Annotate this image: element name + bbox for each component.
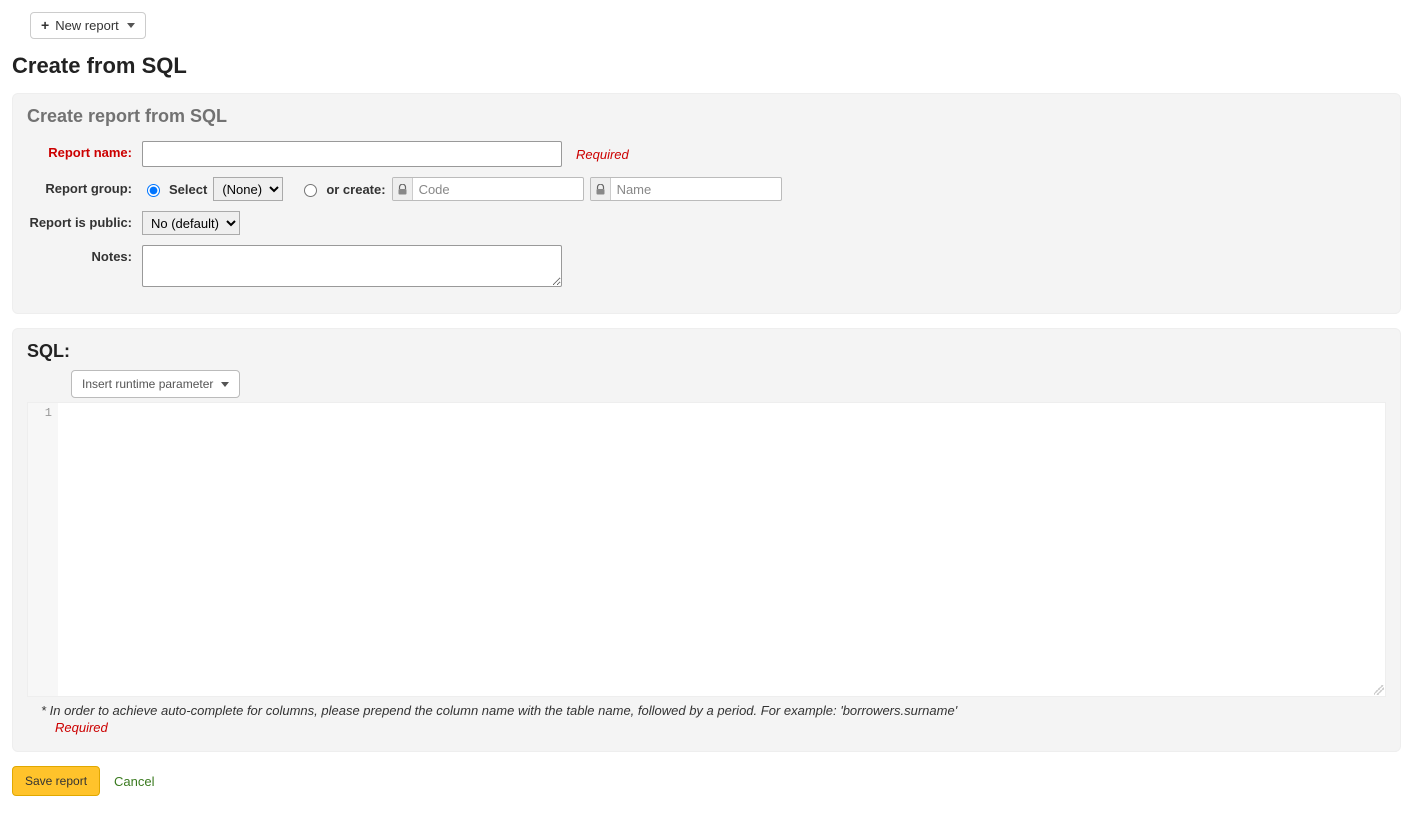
report-name-required: Required [576,147,629,162]
report-group-create-label: or create: [326,182,385,197]
group-name-wrapper [590,177,782,201]
report-group-select-label: Select [169,182,207,197]
gutter-line-1: 1 [28,406,52,420]
group-name-input[interactable] [611,178,781,200]
lock-icon [591,178,611,200]
report-group-create-radio[interactable] [304,184,317,197]
sql-editor[interactable]: 1 [27,402,1386,697]
lock-icon [393,178,413,200]
group-code-wrapper [392,177,584,201]
report-public-select[interactable]: No (default) [142,211,240,235]
plus-icon [41,18,49,33]
sql-panel: SQL: Insert runtime parameter 1 * In ord… [12,328,1401,752]
insert-runtime-parameter-label: Insert runtime parameter [82,377,213,391]
report-name-label: Report name: [27,141,142,160]
report-group-select-radio[interactable] [147,184,160,197]
notes-label: Notes: [27,245,142,264]
form-legend: Create report from SQL [27,106,1386,127]
report-group-select[interactable]: (None) [213,177,283,201]
sql-hint: * In order to achieve auto-complete for … [41,703,1386,718]
report-group-label: Report group: [27,177,142,196]
report-name-input[interactable] [142,141,562,167]
resize-handle-icon[interactable] [1374,685,1384,695]
report-public-label: Report is public: [27,211,142,230]
caret-down-icon [127,23,135,28]
page-title: Create from SQL [12,53,1401,79]
save-report-button[interactable]: Save report [12,766,100,796]
sql-required: Required [55,720,1386,735]
caret-down-icon [221,382,229,387]
insert-runtime-parameter-button[interactable]: Insert runtime parameter [71,370,240,398]
editor-gutter: 1 [28,403,58,696]
new-report-button[interactable]: New report [30,12,146,39]
cancel-link[interactable]: Cancel [114,774,154,789]
sql-legend: SQL: [27,341,1386,362]
sql-code-area[interactable] [58,403,1385,696]
new-report-label: New report [55,18,119,33]
form-panel: Create report from SQL Report name: Requ… [12,93,1401,314]
group-code-input[interactable] [413,178,583,200]
notes-textarea[interactable] [142,245,562,287]
